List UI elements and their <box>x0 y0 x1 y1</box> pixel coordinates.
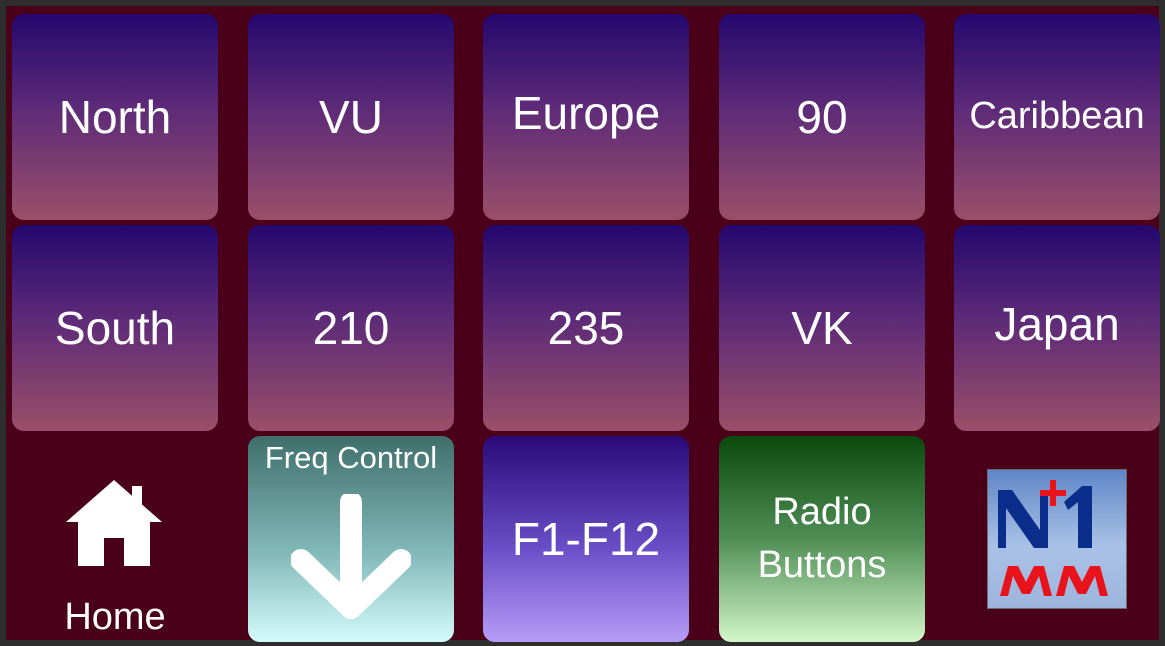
button-label: 90 <box>796 90 848 143</box>
button-label: North <box>58 90 172 143</box>
button-235[interactable]: 235 <box>483 225 689 431</box>
freq-control-button[interactable]: Freq Control <box>248 436 454 642</box>
button-label: South <box>54 301 176 354</box>
home-icon <box>66 480 162 566</box>
arrow-down-icon <box>291 494 411 619</box>
button-label: Europe <box>511 86 661 139</box>
button-south[interactable]: South <box>12 225 218 431</box>
button-label: 235 <box>547 301 625 354</box>
n1mm-logo <box>988 470 1126 608</box>
button-label: 210 <box>312 301 390 354</box>
button-europe[interactable]: Europe <box>483 14 689 220</box>
button-label-line1: Radio <box>772 490 872 533</box>
home-button[interactable]: Home <box>12 436 218 642</box>
button-vu[interactable]: VU <box>248 14 454 220</box>
button-label: VK <box>791 301 853 354</box>
app-window: North VU Europe 90 Caribbean South 210 2… <box>0 0 1165 646</box>
button-north[interactable]: North <box>12 14 218 220</box>
freq-control-label: Freq Control <box>264 440 438 475</box>
radio-buttons-button[interactable]: Radio Buttons <box>719 436 925 642</box>
home-label: Home <box>64 596 166 638</box>
button-label: F1-F12 <box>511 512 661 565</box>
button-label: Japan <box>994 297 1120 350</box>
n1mm-logo-icon <box>998 480 1108 596</box>
button-90[interactable]: 90 <box>719 14 925 220</box>
button-vk[interactable]: VK <box>719 225 925 431</box>
button-caribbean[interactable]: Caribbean <box>954 14 1160 220</box>
button-label-line2: Buttons <box>757 544 887 586</box>
button-210[interactable]: 210 <box>248 225 454 431</box>
f1-f12-button[interactable]: F1-F12 <box>483 436 689 642</box>
button-japan[interactable]: Japan <box>954 225 1160 431</box>
button-label: Caribbean <box>969 95 1145 138</box>
button-label: VU <box>319 90 383 143</box>
